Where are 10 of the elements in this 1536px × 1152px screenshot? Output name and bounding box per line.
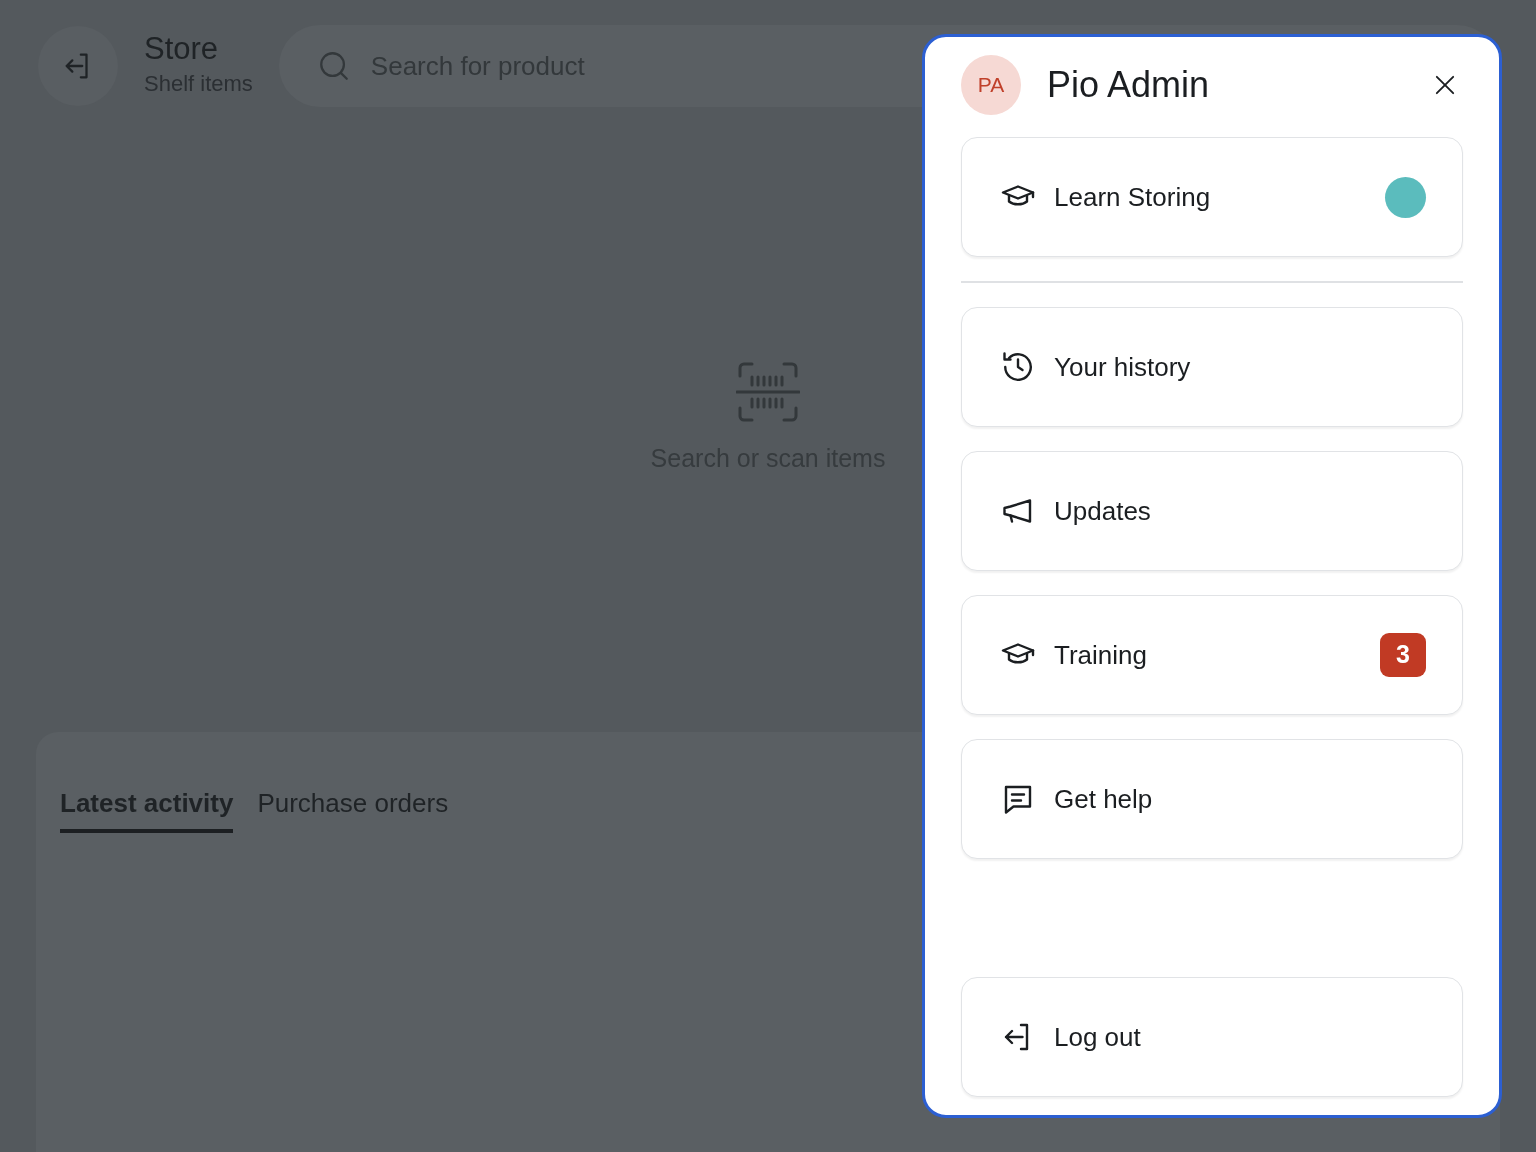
menu-item[interactable]: Your history	[961, 307, 1463, 427]
menu-item[interactable]: Get help	[961, 739, 1463, 859]
avatar: PA	[961, 55, 1021, 115]
menu-item[interactable]: Training 3	[961, 595, 1463, 715]
menu-item[interactable]: Log out	[961, 977, 1463, 1097]
count-badge: 3	[1380, 633, 1426, 677]
menu-item[interactable]: Learn Storing	[961, 137, 1463, 257]
barcode-scan-icon	[736, 362, 800, 422]
menu-item[interactable]: Updates	[961, 451, 1463, 571]
user-name: Pio Admin	[1047, 63, 1210, 107]
